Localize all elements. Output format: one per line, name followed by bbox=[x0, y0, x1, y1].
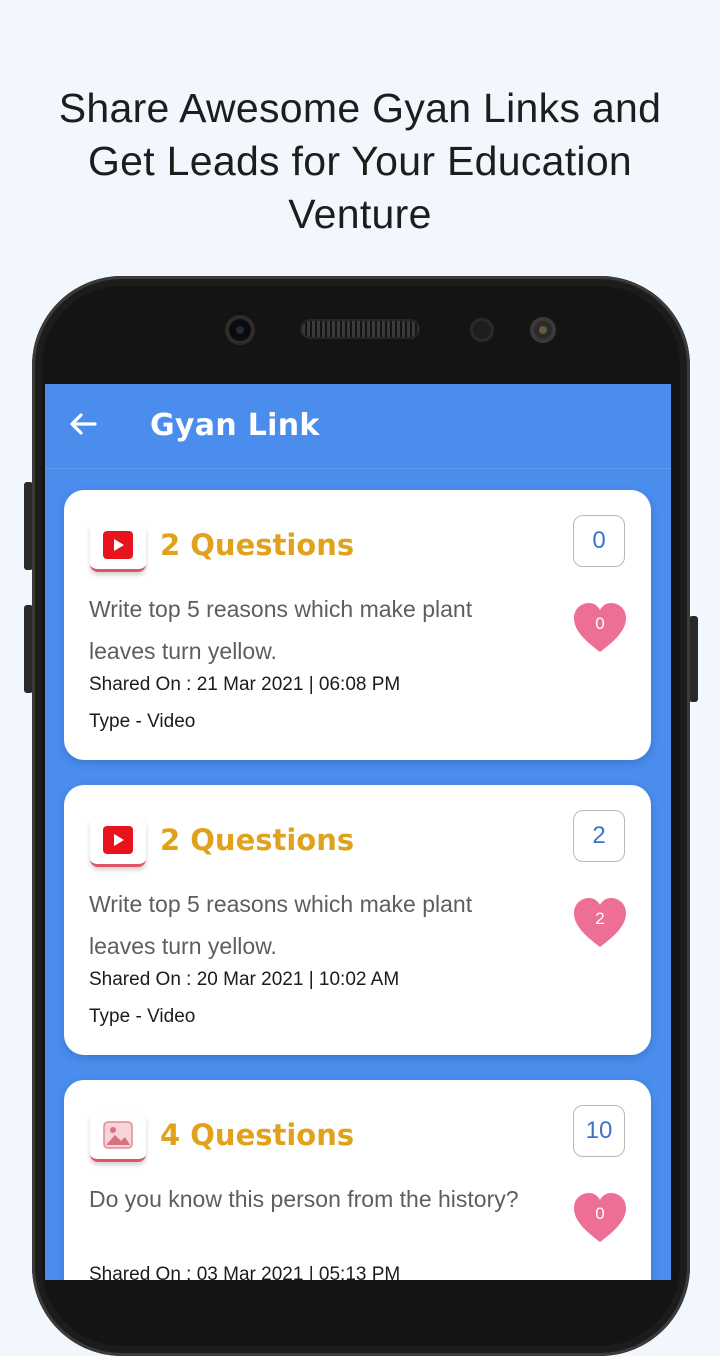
like-count: 0 bbox=[595, 614, 605, 633]
image-icon bbox=[90, 1113, 146, 1162]
question-count-badge: 10 bbox=[573, 1105, 625, 1157]
gyan-link-card[interactable]: 4 Questions 10 0 Do you know this person… bbox=[64, 1080, 651, 1280]
like-button[interactable]: 0 bbox=[572, 602, 628, 654]
promo-line-2: Get Leads for Your Education bbox=[87, 138, 633, 184]
like-button[interactable]: 2 bbox=[572, 897, 628, 949]
youtube-icon bbox=[90, 818, 146, 867]
question-count-badge: 2 bbox=[573, 810, 625, 862]
app-bar: Gyan Link bbox=[45, 384, 671, 469]
phone-power-button bbox=[689, 616, 698, 702]
youtube-icon bbox=[90, 523, 146, 572]
card-description: Write top 5 reasons which make plant lea… bbox=[89, 596, 473, 664]
shared-on-text: Shared On : 20 Mar 2021 | 10:02 AM bbox=[89, 969, 400, 990]
promo-line-1: Share Awesome Gyan Links and bbox=[58, 85, 662, 131]
phone-screen: Gyan Link 2 Questions 0 0 Write top 5 re… bbox=[45, 384, 671, 1280]
promo-line-3: Venture bbox=[288, 191, 432, 237]
front-flash-icon bbox=[530, 317, 556, 343]
like-count: 2 bbox=[595, 909, 605, 928]
proximity-sensor-icon bbox=[470, 318, 494, 342]
card-title: 2 Questions bbox=[160, 528, 355, 562]
shared-on-text: Shared On : 21 Mar 2021 | 06:08 PM bbox=[89, 674, 401, 695]
shared-on-text: Shared On : 03 Mar 2021 | 05:13 PM bbox=[89, 1264, 401, 1280]
question-count-badge: 0 bbox=[573, 515, 625, 567]
card-description: Write top 5 reasons which make plant lea… bbox=[89, 891, 473, 959]
like-button[interactable]: 0 bbox=[572, 1192, 628, 1244]
like-count: 0 bbox=[595, 1204, 605, 1223]
card-description: Do you know this person from the history… bbox=[89, 1186, 519, 1212]
page-title: Gyan Link bbox=[150, 408, 320, 443]
card-title: 2 Questions bbox=[160, 823, 355, 857]
card-title: 4 Questions bbox=[160, 1118, 355, 1152]
earpiece-speaker bbox=[302, 321, 418, 337]
type-text: Type - Video bbox=[89, 1006, 196, 1027]
promo-title: Share Awesome Gyan Links and Get Leads f… bbox=[20, 82, 700, 241]
back-arrow-icon bbox=[70, 413, 97, 435]
gyan-link-card[interactable]: 2 Questions 2 2 Write top 5 reasons whic… bbox=[64, 785, 651, 1055]
gyan-link-card[interactable]: 2 Questions 0 0 Write top 5 reasons whic… bbox=[64, 490, 651, 760]
front-camera-icon bbox=[225, 315, 255, 345]
back-button[interactable] bbox=[65, 406, 101, 442]
type-text: Type - Video bbox=[89, 711, 196, 732]
